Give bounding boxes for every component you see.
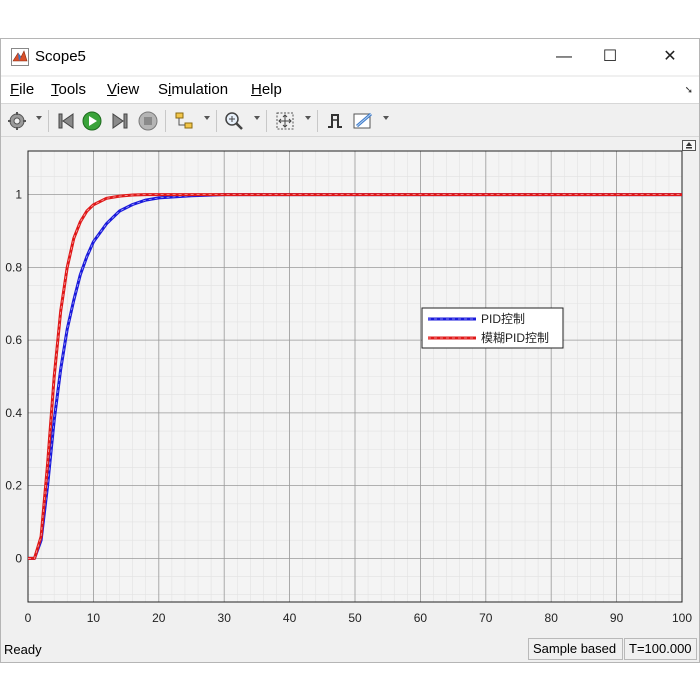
x-tick-label: 60 — [414, 611, 428, 625]
fit-dropdown-icon[interactable] — [305, 116, 311, 120]
step-forward-icon[interactable] — [109, 110, 131, 132]
scope-window: Scope5 — ☐ ✕ Help Simulation View Tools File… — [0, 38, 700, 663]
toolbar-separator — [165, 110, 166, 132]
fit-to-view-icon[interactable] — [274, 110, 296, 132]
status-ready-text: Ready — [4, 642, 42, 657]
menu-file[interactable]: File — [10, 81, 34, 98]
simulation-time-indicator: T=100.000 — [624, 638, 697, 660]
x-tick-label: 10 — [87, 611, 101, 625]
legend-label-2: 模糊PID控制 — [481, 330, 549, 345]
matlab-logo-icon — [11, 48, 29, 66]
toolbar-separator — [216, 110, 217, 132]
menu-simulation[interactable]: Simulation — [158, 81, 228, 98]
status-bar: Ready Sample based T=100.000 — [1, 637, 699, 662]
x-tick-label: 30 — [218, 611, 232, 625]
x-tick-label: 100 — [672, 611, 692, 625]
run-icon[interactable] — [81, 110, 103, 132]
plot-area: 0 10 20 30 40 50 60 70 80 90 100 0 0.2 0.4 0.6 0.8 1 PID控… — [1, 137, 699, 635]
measurements-icon[interactable] — [352, 110, 374, 132]
step-back-icon[interactable] — [55, 110, 77, 132]
y-tick-label: 0.4 — [5, 406, 22, 420]
y-tick-label: 1 — [15, 188, 22, 202]
y-tick-label: 0 — [15, 551, 22, 565]
measurements-dropdown-icon[interactable] — [383, 116, 389, 120]
close-button[interactable]: ✕ — [647, 43, 693, 71]
toolbar-separator — [266, 110, 267, 132]
gear-icon[interactable] — [6, 110, 28, 132]
minimize-button[interactable]: — — [541, 43, 587, 71]
toolbar — [1, 103, 699, 137]
x-tick-label: 40 — [283, 611, 297, 625]
toolbar-separator — [48, 110, 49, 132]
stop-icon[interactable] — [137, 110, 159, 132]
zoom-in-icon[interactable] — [223, 110, 245, 132]
menu-help[interactable]: Help — [251, 81, 282, 98]
settings-dropdown-icon[interactable] — [36, 116, 42, 120]
y-tick-label: 0.2 — [5, 479, 22, 493]
highlight-block-icon[interactable] — [173, 110, 195, 132]
x-tick-label: 80 — [545, 611, 559, 625]
zoom-dropdown-icon[interactable] — [254, 116, 260, 120]
y-tick-label: 0.8 — [5, 260, 22, 274]
x-tick-label: 70 — [479, 611, 493, 625]
menu-bar: Help Simulation View Tools File ➘ — [1, 77, 699, 103]
x-tick-label: 20 — [152, 611, 166, 625]
menu-tools[interactable]: Tools — [51, 81, 86, 98]
highlight-dropdown-icon[interactable] — [204, 116, 210, 120]
legend-label-1: PID控制 — [481, 312, 525, 326]
maximize-button[interactable]: ☐ — [587, 43, 633, 71]
menu-view[interactable]: View — [107, 81, 139, 98]
toolbar-separator — [317, 110, 318, 132]
y-tick-label: 0.6 — [5, 333, 22, 347]
scope-chart[interactable]: 0 10 20 30 40 50 60 70 80 90 100 0 0.2 0.4 0.6 0.8 1 PID控… — [1, 137, 699, 635]
x-tick-label: 90 — [610, 611, 624, 625]
undock-arrow-icon[interactable]: ➘ — [685, 85, 693, 96]
title-bar[interactable]: Scope5 — ☐ ✕ — [1, 39, 699, 75]
x-tick-label: 50 — [348, 611, 362, 625]
triggers-icon[interactable] — [324, 110, 346, 132]
window-title: Scope5 — [35, 48, 86, 65]
x-tick-label: 0 — [25, 611, 32, 625]
sample-mode-indicator: Sample based — [528, 638, 623, 660]
